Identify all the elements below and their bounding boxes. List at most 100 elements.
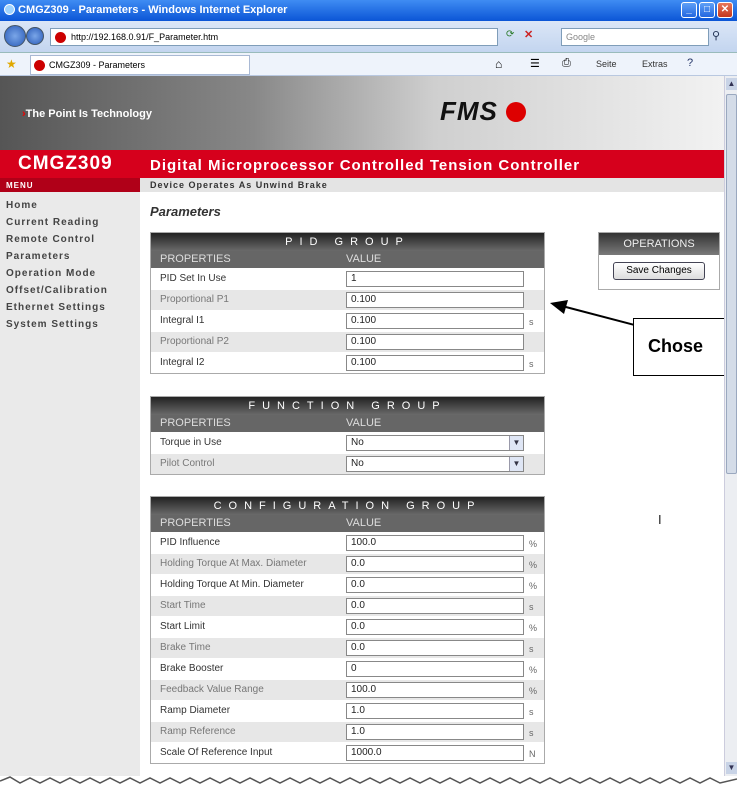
- value-input[interactable]: 0.0: [346, 577, 524, 593]
- scroll-down-icon[interactable]: ▼: [726, 762, 737, 774]
- row-label: PID Set In Use: [160, 273, 227, 284]
- value-input[interactable]: 1: [346, 271, 524, 287]
- feeds-icon[interactable]: ☰: [530, 57, 540, 70]
- column-headers: PROPERTIES VALUE: [151, 515, 544, 532]
- sidebar-item-system-settings[interactable]: System Settings: [6, 319, 108, 336]
- scrollbar-thumb[interactable]: [726, 94, 737, 474]
- vertical-scrollbar[interactable]: ▲ ▼: [724, 76, 737, 776]
- row-label: Holding Torque At Max. Diameter: [160, 558, 307, 569]
- row-label: Scale Of Reference Input: [160, 747, 273, 758]
- search-input[interactable]: Google: [561, 28, 709, 46]
- device-name: CMGZ309: [0, 150, 140, 178]
- row-unit: s: [529, 728, 534, 738]
- logo-text: FMS: [440, 96, 498, 126]
- sidebar-item-offset-calibration[interactable]: Offset/Calibration: [6, 285, 108, 302]
- print-icon[interactable]: ⎙: [562, 57, 571, 70]
- group-title: FUNCTION GROUP: [151, 397, 544, 415]
- banner: ›The Point Is Technology FMS: [0, 76, 724, 150]
- sidebar-item-home[interactable]: Home: [6, 200, 108, 217]
- sidebar-item-current-reading[interactable]: Current Reading: [6, 217, 108, 234]
- url-input[interactable]: http://192.168.0.91/F_Parameter.htm: [50, 28, 498, 46]
- table-row: Proportional P1 0.100: [151, 289, 544, 310]
- value-input[interactable]: 0: [346, 661, 524, 677]
- save-changes-button[interactable]: Save Changes: [613, 262, 705, 280]
- sidebar-item-ethernet-settings[interactable]: Ethernet Settings: [6, 302, 108, 319]
- tools-menu[interactable]: Extras: [642, 59, 668, 69]
- value-input[interactable]: 0.0: [346, 598, 524, 614]
- sidebar-item-remote-control[interactable]: Remote Control: [6, 234, 108, 251]
- ie-icon: [4, 4, 15, 15]
- site-favicon-icon: [55, 32, 66, 43]
- window-title: CMGZ309 - Parameters - Windows Internet …: [18, 4, 288, 16]
- value-input[interactable]: 1.0: [346, 703, 524, 719]
- table-row: Start Limit 0.0%: [151, 616, 544, 637]
- value-input[interactable]: 0.100: [346, 313, 524, 329]
- value-input[interactable]: 0.100: [346, 292, 524, 308]
- row-unit: s: [529, 317, 534, 327]
- sidebar-menu: Home Current Reading Remote Control Para…: [6, 200, 108, 336]
- maximize-button[interactable]: □: [699, 2, 715, 18]
- pid-group: PID GROUP PROPERTIES VALUE PID Set In Use…: [150, 232, 545, 374]
- back-button[interactable]: [4, 25, 26, 47]
- table-row: Ramp Diameter 1.0 s: [151, 700, 544, 721]
- minimize-button[interactable]: _: [681, 2, 697, 18]
- tab-favicon-icon: [34, 60, 45, 71]
- text-cursor-icon: I: [658, 512, 662, 527]
- select-value: No: [351, 437, 364, 448]
- close-button[interactable]: ✕: [717, 2, 733, 18]
- row-label: Torque in Use: [160, 437, 222, 448]
- help-icon[interactable]: ?: [687, 57, 693, 69]
- chevron-down-icon[interactable]: ▼: [509, 436, 523, 450]
- value-input[interactable]: 100.0: [346, 682, 524, 698]
- stop-icon[interactable]: ✕: [524, 28, 533, 41]
- select-value: No: [351, 458, 364, 469]
- forward-button[interactable]: [26, 27, 44, 45]
- sidebar-item-operation-mode[interactable]: Operation Mode: [6, 268, 108, 285]
- function-group: FUNCTION GROUP PROPERTIES VALUE Torque in…: [150, 396, 545, 475]
- table-row: Start Time 0.0 s: [151, 595, 544, 616]
- value-input[interactable]: 100.0: [346, 535, 524, 551]
- table-row: Feedback Value Range 100.0%: [151, 679, 544, 700]
- value-input[interactable]: 0.100: [346, 355, 524, 371]
- col-value: VALUE: [346, 417, 382, 429]
- page-menu[interactable]: Seite: [596, 59, 617, 69]
- row-label: Ramp Diameter: [160, 705, 231, 716]
- url-text: http://192.168.0.91/F_Parameter.htm: [71, 32, 219, 42]
- page-title: Parameters: [150, 204, 221, 219]
- refresh-icon[interactable]: ⟳: [506, 29, 514, 40]
- table-row: PID Influence 100.0%: [151, 532, 544, 553]
- value-input[interactable]: 0.100: [346, 334, 524, 350]
- torque-in-use-select[interactable]: No ▼: [346, 435, 524, 451]
- table-row: Torque in Use No ▼: [151, 432, 544, 453]
- row-label: Start Limit: [160, 621, 206, 632]
- value-input[interactable]: 0.0: [346, 640, 524, 656]
- row-label: Brake Time: [160, 642, 211, 653]
- sidebar-item-parameters[interactable]: Parameters: [6, 251, 108, 268]
- configuration-group: CONFIGURATION GROUP PROPERTIES VALUE PID …: [150, 496, 545, 764]
- row-unit: %: [529, 623, 538, 633]
- col-properties: PROPERTIES: [160, 253, 231, 265]
- scroll-up-icon[interactable]: ▲: [726, 78, 737, 90]
- favorites-star-icon[interactable]: ★: [6, 57, 17, 71]
- search-icon[interactable]: ⚲: [712, 29, 720, 42]
- column-headers: PROPERTIES VALUE: [151, 251, 544, 268]
- operations-panel: OPERATIONS Save Changes: [598, 232, 720, 290]
- row-unit: s: [529, 602, 534, 612]
- home-icon[interactable]: ⌂: [495, 57, 502, 71]
- window-titlebar: CMGZ309 - Parameters - Windows Internet …: [0, 0, 737, 21]
- tab-parameters[interactable]: CMGZ309 - Parameters: [30, 55, 250, 75]
- pilot-control-select[interactable]: No ▼: [346, 456, 524, 472]
- row-unit: %: [529, 539, 538, 549]
- group-title: CONFIGURATION GROUP: [151, 497, 544, 515]
- value-input[interactable]: 1.0: [346, 724, 524, 740]
- chevron-down-icon[interactable]: ▼: [509, 457, 523, 471]
- row-label: Brake Booster: [160, 663, 224, 674]
- page-header-subtitle: Device Operates As Unwind Brake: [140, 178, 724, 192]
- table-row: Integral I1 0.100 s: [151, 310, 544, 331]
- value-input[interactable]: 0.0: [346, 556, 524, 572]
- value-input[interactable]: 1000.0: [346, 745, 524, 761]
- page-header-title: Digital Microprocessor Controlled Tensio…: [140, 150, 724, 178]
- slogan-text: The Point Is Technology: [25, 108, 152, 120]
- group-title: PID GROUP: [151, 233, 544, 251]
- value-input[interactable]: 0.0: [346, 619, 524, 635]
